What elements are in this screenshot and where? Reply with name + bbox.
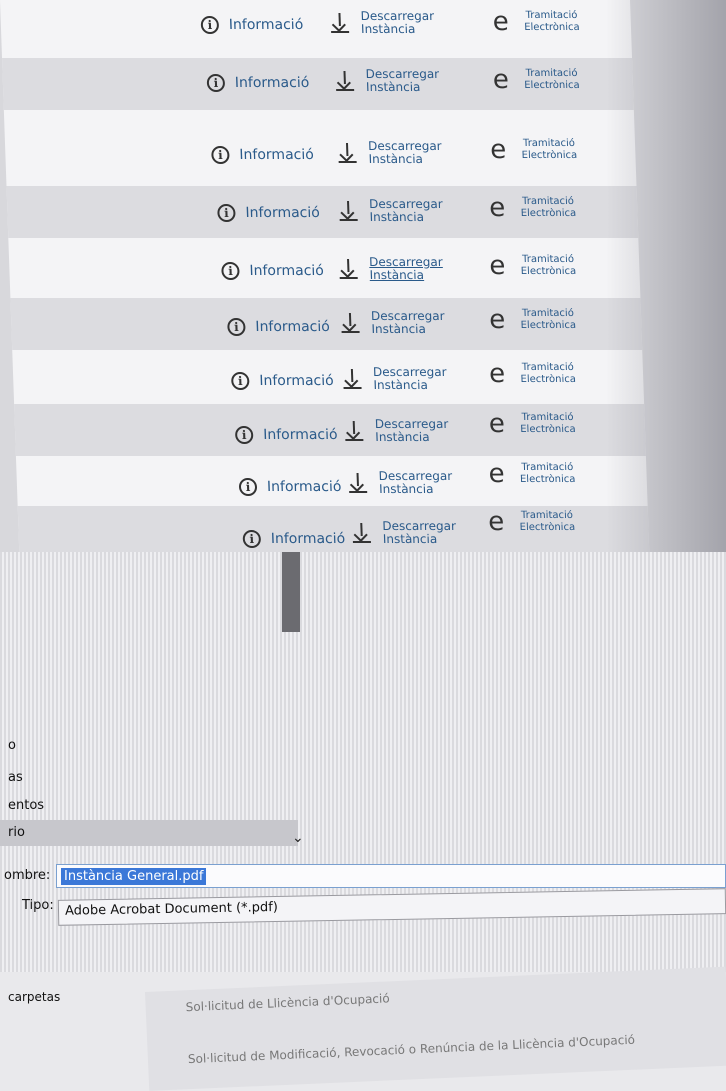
online-procedure-link[interactable]: e Tramitació Electrònica <box>488 359 584 389</box>
table-row: i Informació Descarregar Instància e Tram… <box>4 128 636 180</box>
info-link[interactable]: i Informació <box>206 74 310 92</box>
nav-item-selected[interactable]: rio <box>0 820 298 846</box>
info-circle-icon: i <box>227 318 246 336</box>
online-procedure-link[interactable]: e Tramitació Electrònica <box>487 507 583 537</box>
e-icon: e <box>488 459 506 489</box>
download-link[interactable]: Descarregar Instància <box>335 67 446 94</box>
info-link[interactable]: i Informació <box>221 262 324 280</box>
online-procedure-link[interactable]: e Tramitació Electrònica <box>489 135 585 165</box>
nav-item[interactable]: as <box>0 770 23 785</box>
online-procedure-link[interactable]: e Tramitació Electrònica <box>488 459 583 489</box>
download-link[interactable]: Descarregar Instància <box>352 519 463 546</box>
e-icon: e <box>488 193 506 223</box>
hide-folders-toggle[interactable]: carpetas <box>8 990 60 1004</box>
info-circle-icon: i <box>238 478 258 496</box>
info-link[interactable]: i Informació <box>211 146 314 164</box>
download-link-hovered[interactable]: Descarregar Instància <box>339 255 450 282</box>
online-procedure-link[interactable]: e Tramitació Electrònica <box>488 305 584 335</box>
background-procedure-list: Sol·licitud de Llicència d'Ocupació Sol·… <box>145 966 726 1091</box>
download-arrow-icon <box>349 473 368 493</box>
table-row: i Informació Descarregar Instància e Tram… <box>0 0 632 52</box>
info-circle-icon: i <box>211 146 230 164</box>
save-as-dialog: o as entos rio ⌄ ombre: Instància Genera… <box>0 552 726 1091</box>
e-icon: e <box>488 409 506 439</box>
online-procedure-link[interactable]: e Tramitació Electrònica <box>488 193 584 223</box>
table-row: i Informació Descarregar Instància e Tram… <box>12 352 644 404</box>
file-name-selected-text: Instància General.pdf <box>61 868 207 885</box>
table-row: i Informació Descarregar Instància e Tram… <box>9 244 641 296</box>
scrollbar-thumb[interactable] <box>282 552 300 632</box>
download-link[interactable]: Descarregar Instància <box>330 9 441 36</box>
info-circle-icon: i <box>230 372 250 390</box>
info-link[interactable]: i Informació <box>230 372 334 390</box>
download-link[interactable]: Descarregar Instància <box>345 417 456 444</box>
download-arrow-icon <box>330 13 350 33</box>
info-circle-icon: i <box>242 530 262 548</box>
table-row: i Informació Descarregar Instància e Tram… <box>14 404 646 456</box>
e-icon: e <box>492 7 510 37</box>
download-arrow-icon <box>345 421 364 441</box>
info-circle-icon: i <box>234 426 254 444</box>
download-arrow-icon <box>341 313 360 333</box>
info-link[interactable]: i Informació <box>234 426 338 444</box>
chevron-down-icon[interactable]: ⌄ <box>292 830 304 846</box>
e-icon: e <box>488 359 506 389</box>
e-icon: e <box>487 507 505 537</box>
file-type-label: Tipo: <box>22 898 54 913</box>
online-procedure-link[interactable]: e Tramitació Electrònica <box>488 409 583 439</box>
table-row: i Informació Descarregar Instància e Tram… <box>6 186 639 238</box>
download-link[interactable]: Descarregar Instància <box>339 197 450 224</box>
download-link[interactable]: Descarregar Instància <box>338 139 449 166</box>
download-link[interactable]: Descarregar Instància <box>348 469 459 496</box>
info-circle-icon: i <box>200 16 220 34</box>
download-arrow-icon <box>338 143 357 163</box>
info-link[interactable]: i Informació <box>238 478 342 496</box>
online-procedure-link[interactable]: e Tramitació Electrònica <box>492 65 587 95</box>
info-link[interactable]: i Informació <box>200 16 304 34</box>
file-name-input[interactable]: Instància General.pdf <box>56 864 726 888</box>
info-circle-icon: i <box>221 262 240 280</box>
info-link[interactable]: i Informació <box>217 204 320 222</box>
download-link[interactable]: Descarregar Instància <box>343 365 454 392</box>
info-link[interactable]: i Informació <box>242 530 346 548</box>
download-arrow-icon <box>335 71 355 91</box>
e-icon: e <box>488 251 506 281</box>
download-link[interactable]: Descarregar Instància <box>341 309 452 336</box>
table-row: i Informació Descarregar Instància e Tram… <box>16 456 648 508</box>
download-arrow-icon <box>352 523 371 543</box>
download-arrow-icon <box>339 201 358 221</box>
file-name-label: ombre: <box>4 868 51 883</box>
list-item: Sol·licitud de Llicència d'Ocupació <box>185 991 390 1015</box>
procedures-table: i Informació Descarregar Instància e Tram… <box>0 0 650 552</box>
procedures-page: i Informació Descarregar Instància e Tram… <box>0 0 726 552</box>
e-icon: e <box>488 305 506 335</box>
info-circle-icon: i <box>206 74 226 92</box>
download-arrow-icon <box>343 369 362 389</box>
nav-item[interactable]: entos <box>0 798 44 813</box>
online-procedure-link[interactable]: e Tramitació Electrònica <box>492 7 587 37</box>
list-item: Sol·licitud de Modificació, Revocació o … <box>187 1032 636 1067</box>
info-link[interactable]: i Informació <box>227 318 330 336</box>
download-arrow-icon <box>339 259 358 279</box>
table-row: i Informació Descarregar Instància e Tram… <box>17 506 650 552</box>
online-procedure-link[interactable]: e Tramitació Electrònica <box>488 251 584 281</box>
table-row: i Informació Descarregar Instància e Tram… <box>2 58 634 110</box>
info-circle-icon: i <box>217 204 236 222</box>
e-icon: e <box>489 135 507 165</box>
e-icon: e <box>492 65 510 95</box>
table-row: i Informació Descarregar Instància e Tram… <box>10 298 643 350</box>
screen-shadow <box>606 0 726 552</box>
nav-item[interactable]: o <box>0 738 16 753</box>
